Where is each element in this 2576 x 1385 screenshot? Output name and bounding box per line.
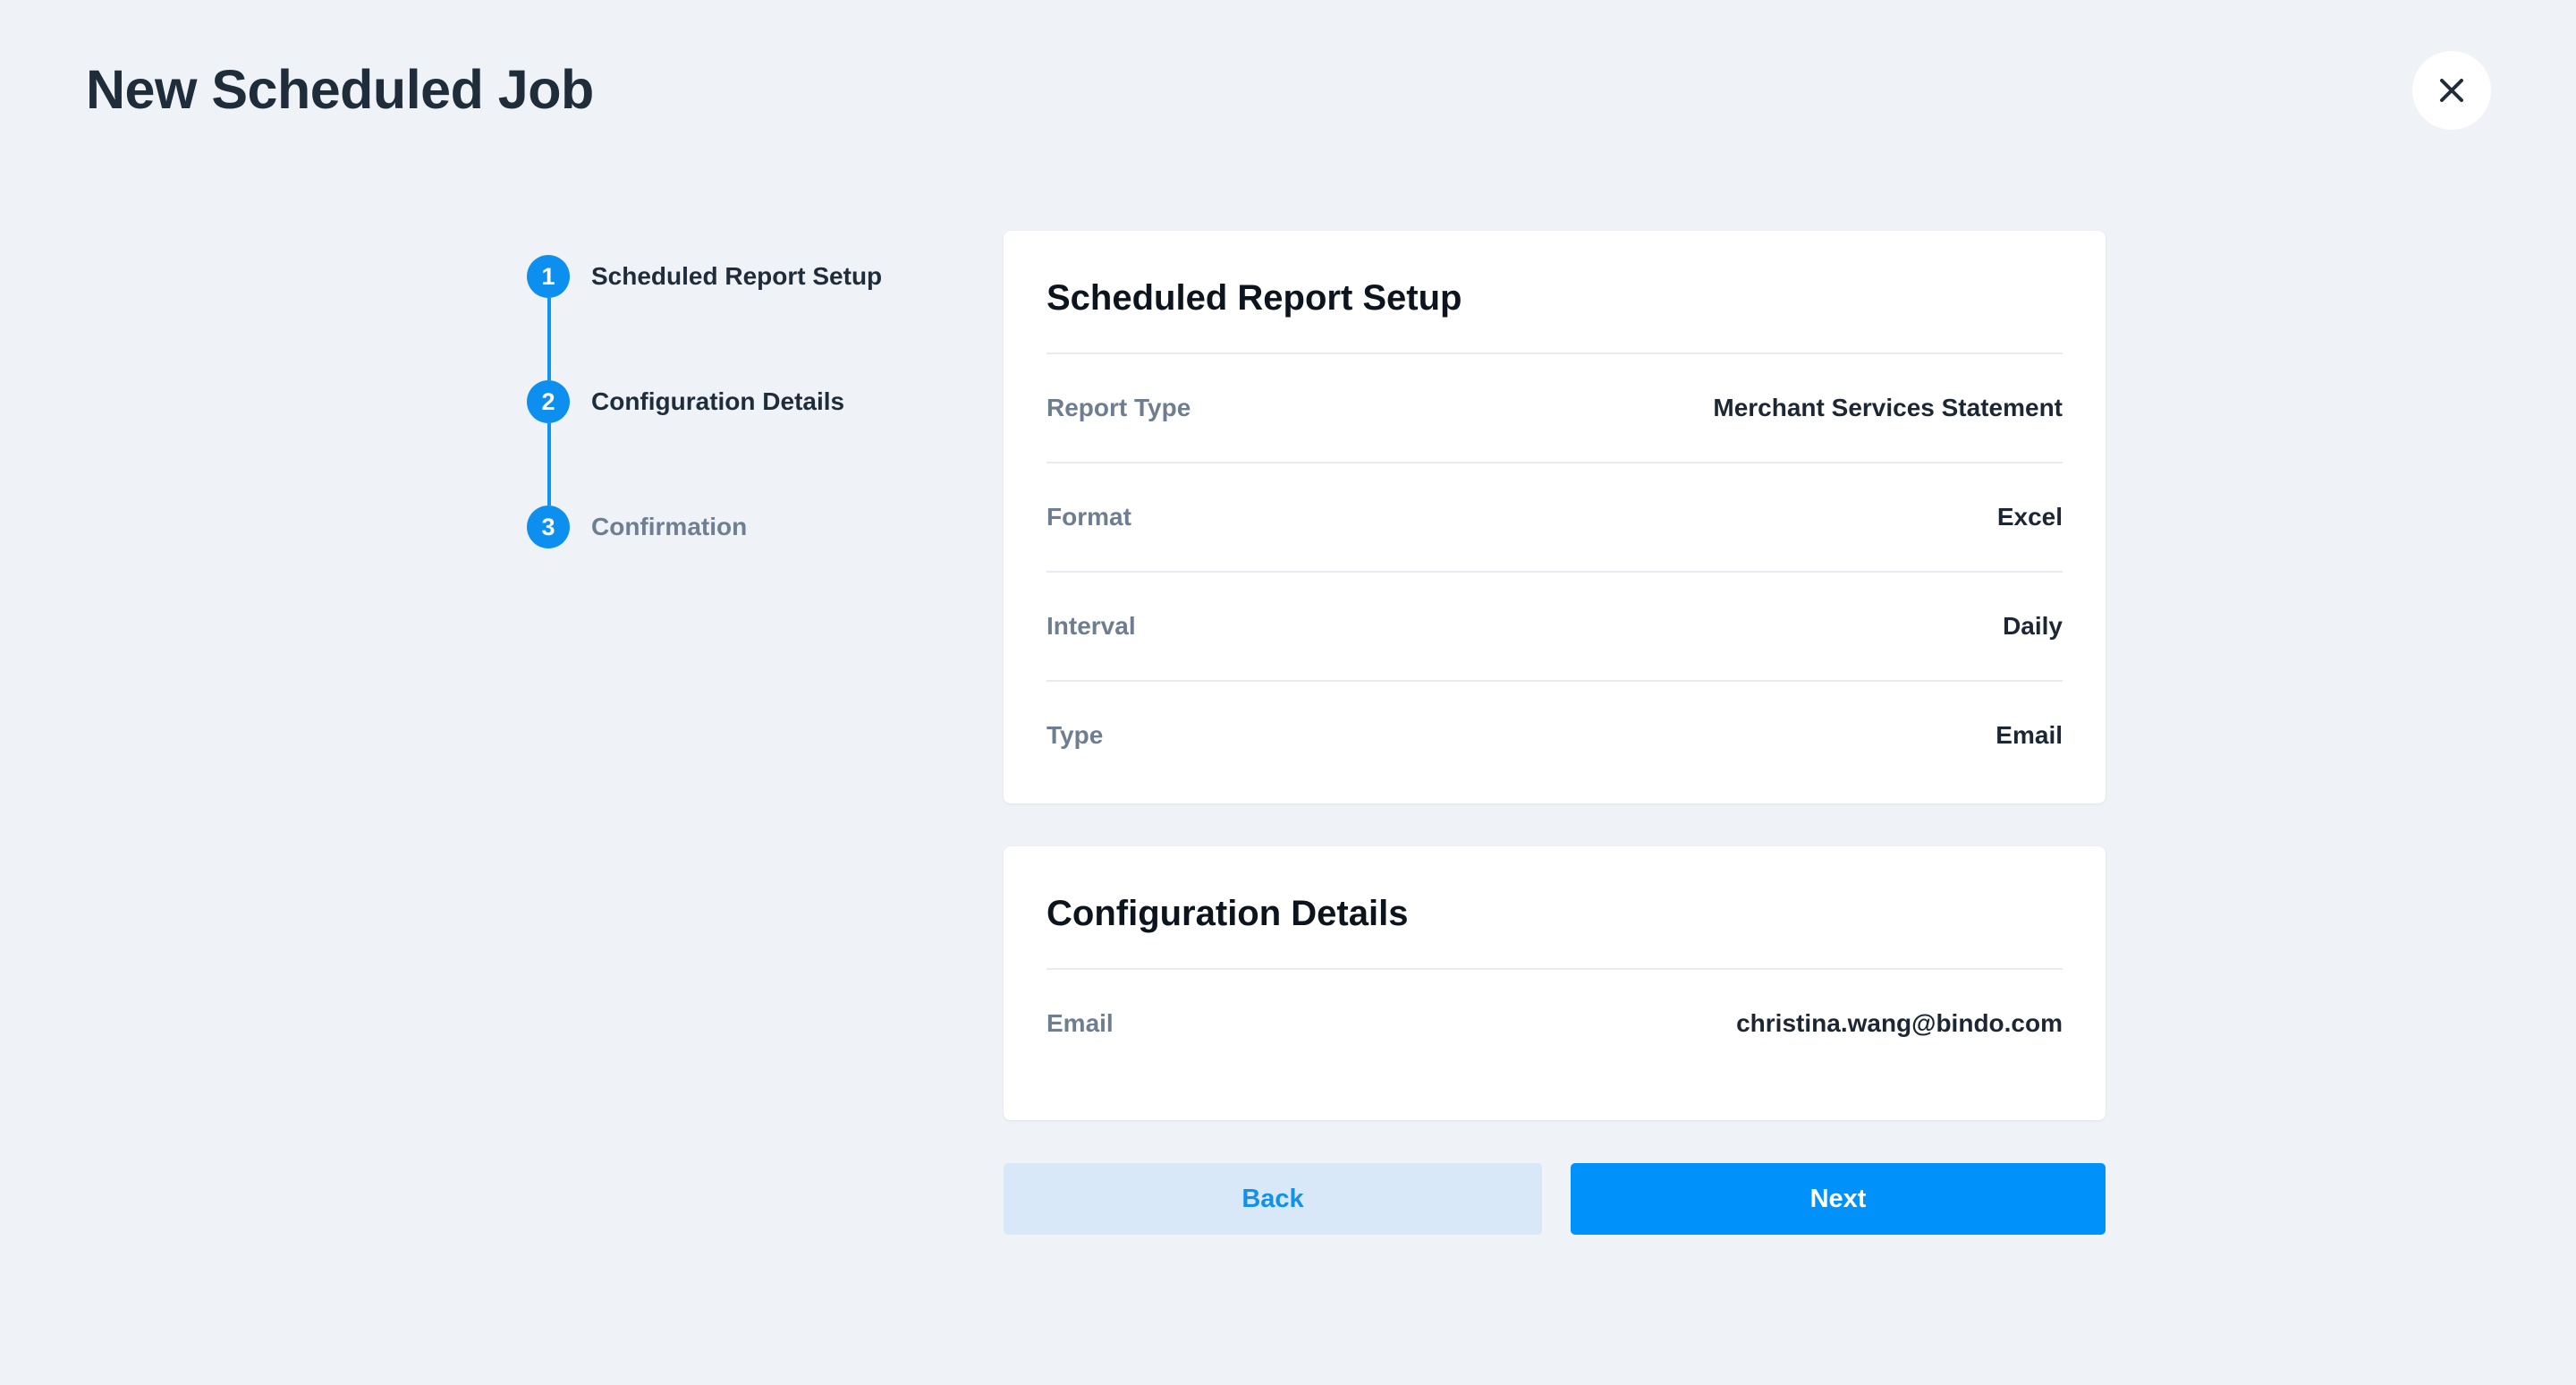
- step-label: Scheduled Report Setup: [591, 262, 883, 290]
- progress-stepper: 1 Scheduled Report Setup 2 Configuration…: [527, 255, 902, 550]
- step-connector: [547, 423, 551, 506]
- detail-value: Email: [1996, 721, 2063, 749]
- card-title: Scheduled Report Setup: [1046, 278, 1462, 318]
- detail-row-interval: Interval Daily: [1046, 573, 2063, 682]
- scheduled-report-setup-card: Scheduled Report Setup Report Type Merch…: [1004, 231, 2106, 803]
- detail-value: christina.wang@bindo.com: [1736, 1009, 2063, 1037]
- step-confirmation: 3 Confirmation: [527, 506, 747, 548]
- step-scheduled-report-setup[interactable]: 1 Scheduled Report Setup: [527, 255, 882, 298]
- detail-label: Format: [1046, 503, 1131, 531]
- detail-row-type: Type Email: [1046, 682, 2063, 789]
- step-connector: [547, 298, 551, 380]
- detail-value: Merchant Services Statement: [1713, 394, 2063, 421]
- card-title: Configuration Details: [1046, 894, 1409, 933]
- detail-label: Interval: [1046, 612, 1136, 640]
- detail-value: Excel: [1996, 503, 2063, 531]
- next-button[interactable]: Next: [1571, 1163, 2106, 1235]
- close-button[interactable]: [2412, 51, 2491, 130]
- step-number-badge: 1: [527, 255, 570, 298]
- step-label: Configuration Details: [591, 387, 845, 415]
- step-configuration-details[interactable]: 2 Configuration Details: [527, 380, 844, 423]
- page-title: New Scheduled Job: [86, 59, 594, 120]
- close-icon: [2440, 79, 2463, 102]
- detail-label: Email: [1046, 1009, 1114, 1037]
- detail-row-format: Format Excel: [1046, 463, 2063, 573]
- step-number-badge: 2: [527, 380, 570, 423]
- detail-value: Daily: [2003, 612, 2063, 640]
- detail-row-email: Email christina.wang@bindo.com: [1046, 970, 2063, 1077]
- back-button[interactable]: Back: [1004, 1163, 1542, 1235]
- detail-label: Type: [1046, 721, 1104, 749]
- step-number-badge: 3: [527, 506, 570, 548]
- configuration-details-card: Configuration Details Email christina.wa…: [1004, 846, 2106, 1120]
- detail-row-report-type: Report Type Merchant Services Statement: [1046, 354, 2063, 463]
- detail-label: Report Type: [1046, 394, 1191, 421]
- step-label: Confirmation: [591, 513, 748, 540]
